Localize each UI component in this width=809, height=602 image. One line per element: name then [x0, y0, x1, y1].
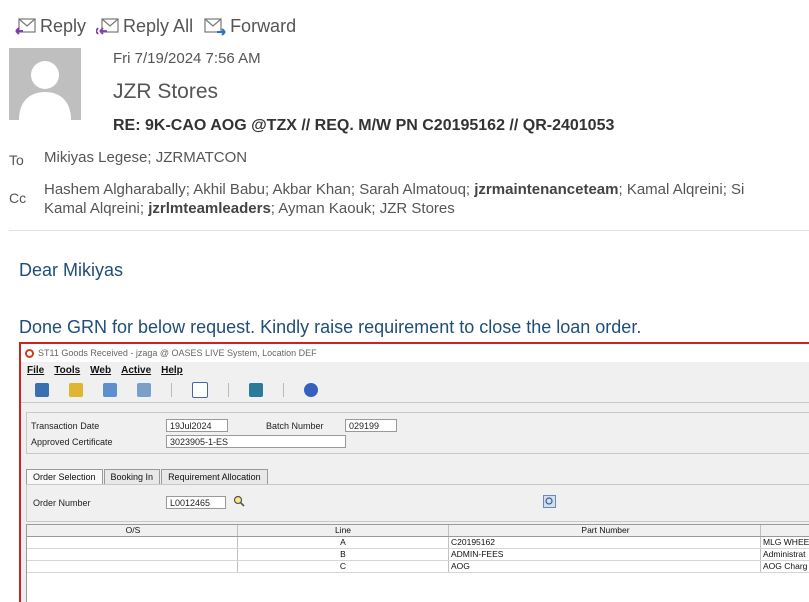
app-tabs: Order Selection Booking In Requirement A…: [26, 469, 269, 484]
transaction-date-label: Transaction Date: [31, 421, 100, 431]
col-header-description: [761, 525, 809, 536]
col-header-line: Line: [238, 525, 449, 536]
embedded-screenshot: ST11 Goods Received - jzaga @ OASES LIVE…: [19, 342, 809, 602]
cell-line: A: [238, 537, 449, 548]
tab-requirement-allocation: Requirement Allocation: [161, 469, 268, 484]
batch-number-label: Batch Number: [266, 421, 324, 431]
forward-icon: [204, 18, 226, 36]
cell-os: [27, 549, 238, 560]
table-row: C AOG AOG Charg: [27, 561, 809, 573]
cc-line-2: Kamal Alqreini; jzrlmteamleaders; Ayman …: [44, 199, 809, 218]
batch-number-field: 029199: [345, 419, 397, 432]
order-lines-grid: O/S Line Part Number A C20195162 MLG WHE…: [26, 524, 809, 602]
table-row: B ADMIN-FEES Administrat: [27, 549, 809, 561]
menu-web: Web: [90, 364, 112, 376]
order-panel: Order Number L0012465: [26, 484, 809, 522]
cc-text: ; Ayman Kaouk; JZR Stores: [270, 200, 455, 217]
cc-recipients[interactable]: Hashem Algharabally; Akhil Babu; Akbar K…: [44, 180, 809, 218]
forward-button[interactable]: Forward: [203, 15, 296, 37]
forward-label: Forward: [230, 15, 297, 36]
order-number-field: L0012465: [166, 496, 226, 509]
tab-booking-in: Booking In: [103, 469, 161, 484]
cell-os: [27, 537, 238, 548]
cell-line: B: [238, 549, 449, 560]
help-icon: [304, 383, 318, 397]
transaction-date-field: 19Jul2024: [166, 419, 228, 432]
message-subject: RE: 9K-CAO AOG @TZX // REQ. M/W PN C2019…: [113, 117, 615, 134]
menu-active: Active: [121, 364, 152, 376]
cell-os: [27, 561, 238, 572]
toolbar-separator: [171, 383, 172, 397]
col-header-part-number: Part Number: [449, 525, 761, 536]
cell-line: C: [238, 561, 449, 572]
tab-order-selection: Order Selection: [26, 469, 103, 484]
greeting: Dear Mikiyas: [19, 260, 124, 280]
menu-tools: Tools: [54, 364, 81, 376]
order-number-label: Order Number: [33, 498, 91, 508]
app-window-title: ST11 Goods Received - jzaga @ OASES LIVE…: [38, 348, 317, 358]
menu-help: Help: [161, 364, 183, 376]
message-toolbar: Reply Reply All Forward: [13, 11, 306, 41]
message-date: Fri 7/19/2024 7:56 AM: [113, 50, 261, 67]
cc-text: Hashem Algharabally; Akhil Babu; Akbar K…: [44, 181, 475, 198]
cell-part-number: AOG: [449, 561, 761, 572]
edit-icon: [192, 382, 208, 398]
app-title-bar: ST11 Goods Received - jzaga @ OASES LIVE…: [21, 344, 809, 362]
col-header-os: O/S: [27, 525, 238, 536]
cell-description: MLG WHEE: [763, 537, 809, 547]
search-icon: [233, 495, 245, 507]
cell-part-number: ADMIN-FEES: [449, 549, 761, 560]
approved-certificate-field: 3023905-1-ES: [166, 435, 346, 448]
reply-all-button[interactable]: Reply All: [96, 15, 193, 37]
header-divider: [9, 230, 809, 231]
cc-group: jzrmaintenanceteam: [474, 181, 619, 198]
sender-avatar: [9, 48, 81, 120]
reply-all-icon: [96, 18, 119, 35]
reply-all-label: Reply All: [123, 15, 194, 36]
reply-button[interactable]: Reply: [13, 15, 86, 37]
reply-label: Reply: [40, 15, 87, 36]
cell-description: Administrat: [763, 549, 806, 559]
transaction-panel: Transaction Date 19Jul2024 Batch Number …: [26, 412, 809, 454]
app-menu-bar: File Tools Web Active Help: [21, 362, 809, 378]
cc-line-1: Hashem Algharabally; Akhil Babu; Akbar K…: [44, 180, 809, 199]
cc-text: Kamal Alqreini;: [44, 200, 149, 217]
toolbar-separator: [228, 383, 229, 397]
grid-header-row: O/S Line Part Number: [27, 525, 809, 537]
sender-name[interactable]: JZR Stores: [113, 80, 218, 104]
cell-part-number: C20195162: [449, 537, 761, 548]
table-row: A C20195162 MLG WHEE: [27, 537, 809, 549]
approved-certificate-label: Approved Certificate: [31, 437, 113, 447]
zoom-image-icon: [543, 495, 556, 508]
reply-icon: [15, 18, 36, 35]
cc-text: ; Kamal Alqreini; Si: [618, 181, 745, 198]
body-text: Done GRN for below request. Kindly raise…: [19, 317, 642, 337]
folder-icon: [69, 383, 83, 397]
cell-description: AOG Charg: [763, 561, 808, 571]
image-icon: [137, 383, 151, 397]
window-icon: [103, 383, 117, 397]
app-toolbar: [21, 378, 809, 403]
app-logo-icon: [25, 348, 34, 358]
menu-file: File: [27, 364, 45, 376]
to-recipients[interactable]: Mikiyas Legese; JZRMATCON: [44, 149, 247, 166]
save-icon: [249, 383, 263, 397]
cc-group: jzrlmteamleaders: [148, 200, 271, 217]
toolbar-separator: [283, 383, 284, 397]
to-label: To: [9, 152, 24, 168]
cc-label: Cc: [9, 190, 27, 206]
person-icon: [19, 61, 71, 120]
database-icon: [35, 383, 49, 397]
